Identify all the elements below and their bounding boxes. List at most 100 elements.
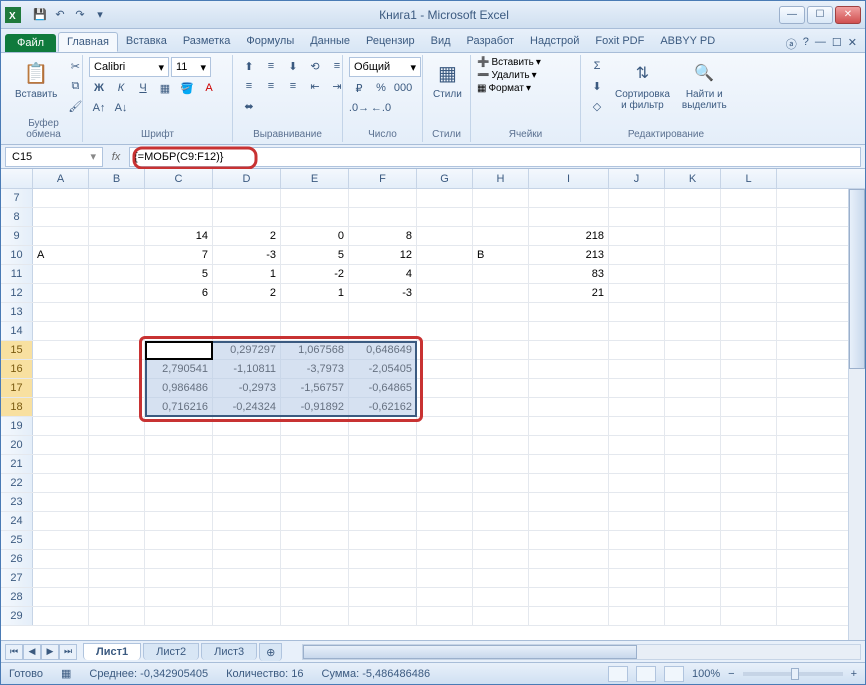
cell-H26[interactable] bbox=[473, 550, 529, 568]
cell-E14[interactable] bbox=[281, 322, 349, 340]
cell-E23[interactable] bbox=[281, 493, 349, 511]
cell-D14[interactable] bbox=[213, 322, 281, 340]
cell-E25[interactable] bbox=[281, 531, 349, 549]
close-button[interactable]: ✕ bbox=[835, 6, 861, 24]
align-center-icon[interactable]: ≡ bbox=[261, 77, 281, 95]
cell-C11[interactable]: 5 bbox=[145, 265, 213, 283]
cell-F14[interactable] bbox=[349, 322, 417, 340]
cell-D26[interactable] bbox=[213, 550, 281, 568]
cell-A9[interactable] bbox=[33, 227, 89, 245]
col-header-J[interactable]: J bbox=[609, 169, 665, 188]
cell-B29[interactable] bbox=[89, 607, 145, 625]
cell-H28[interactable] bbox=[473, 588, 529, 606]
merge-icon[interactable]: ⬌ bbox=[239, 97, 259, 115]
cell-H22[interactable] bbox=[473, 474, 529, 492]
cell-H21[interactable] bbox=[473, 455, 529, 473]
cell-H17[interactable] bbox=[473, 379, 529, 397]
cell-K23[interactable] bbox=[665, 493, 721, 511]
number-format-combo[interactable]: Общий▾ bbox=[349, 57, 421, 77]
increase-decimal-icon[interactable]: .0→ bbox=[349, 99, 369, 117]
cell-F26[interactable] bbox=[349, 550, 417, 568]
cell-B26[interactable] bbox=[89, 550, 145, 568]
cell-J13[interactable] bbox=[609, 303, 665, 321]
cell-C17[interactable]: 0,986486 bbox=[145, 379, 213, 397]
font-size-combo[interactable]: 11▾ bbox=[171, 57, 211, 77]
currency-icon[interactable]: ₽ bbox=[349, 79, 369, 97]
cell-H11[interactable] bbox=[473, 265, 529, 283]
cell-D13[interactable] bbox=[213, 303, 281, 321]
zoom-thumb[interactable] bbox=[791, 668, 799, 680]
workbook-min-icon[interactable]: — bbox=[815, 36, 826, 52]
view-normal-button[interactable] bbox=[608, 666, 628, 682]
row-header-10[interactable]: 10 bbox=[1, 246, 33, 264]
border-icon[interactable]: ▦ bbox=[155, 79, 175, 97]
cell-H7[interactable] bbox=[473, 189, 529, 207]
cell-B19[interactable] bbox=[89, 417, 145, 435]
cell-B12[interactable] bbox=[89, 284, 145, 302]
row-header-27[interactable]: 27 bbox=[1, 569, 33, 587]
cell-L17[interactable] bbox=[721, 379, 777, 397]
font-name-combo[interactable]: Calibri▾ bbox=[89, 57, 169, 77]
cell-E22[interactable] bbox=[281, 474, 349, 492]
cell-B7[interactable] bbox=[89, 189, 145, 207]
file-tab[interactable]: Файл bbox=[5, 34, 56, 52]
sheet-nav-last-icon[interactable]: ⏭ bbox=[59, 644, 77, 660]
cell-H8[interactable] bbox=[473, 208, 529, 226]
cell-C22[interactable] bbox=[145, 474, 213, 492]
cell-H9[interactable] bbox=[473, 227, 529, 245]
cell-K20[interactable] bbox=[665, 436, 721, 454]
sheet-nav-first-icon[interactable]: ⏮ bbox=[5, 644, 23, 660]
cell-A7[interactable] bbox=[33, 189, 89, 207]
col-header-F[interactable]: F bbox=[349, 169, 417, 188]
fx-icon[interactable]: fx bbox=[107, 151, 125, 163]
cell-K29[interactable] bbox=[665, 607, 721, 625]
row-header-19[interactable]: 19 bbox=[1, 417, 33, 435]
cell-C15[interactable]: -0,73649 bbox=[145, 341, 213, 359]
cell-A24[interactable] bbox=[33, 512, 89, 530]
cell-L7[interactable] bbox=[721, 189, 777, 207]
percent-icon[interactable]: % bbox=[371, 79, 391, 97]
cell-G8[interactable] bbox=[417, 208, 473, 226]
align-right-icon[interactable]: ≡ bbox=[283, 77, 303, 95]
autosum-icon[interactable]: Σ bbox=[587, 57, 607, 75]
cell-E8[interactable] bbox=[281, 208, 349, 226]
cell-K13[interactable] bbox=[665, 303, 721, 321]
row-header-14[interactable]: 14 bbox=[1, 322, 33, 340]
cell-L8[interactable] bbox=[721, 208, 777, 226]
workbook-close-icon[interactable]: ✕ bbox=[848, 36, 857, 52]
cell-K24[interactable] bbox=[665, 512, 721, 530]
cell-F23[interactable] bbox=[349, 493, 417, 511]
cell-B22[interactable] bbox=[89, 474, 145, 492]
cell-H23[interactable] bbox=[473, 493, 529, 511]
cell-J21[interactable] bbox=[609, 455, 665, 473]
cell-C16[interactable]: 2,790541 bbox=[145, 360, 213, 378]
cell-A29[interactable] bbox=[33, 607, 89, 625]
cell-C20[interactable] bbox=[145, 436, 213, 454]
cell-A27[interactable] bbox=[33, 569, 89, 587]
col-header-K[interactable]: K bbox=[665, 169, 721, 188]
cell-H14[interactable] bbox=[473, 322, 529, 340]
minimize-button[interactable]: — bbox=[779, 6, 805, 24]
cell-H15[interactable] bbox=[473, 341, 529, 359]
cell-E24[interactable] bbox=[281, 512, 349, 530]
cell-F8[interactable] bbox=[349, 208, 417, 226]
cell-E29[interactable] bbox=[281, 607, 349, 625]
cell-I10[interactable]: 213 bbox=[529, 246, 609, 264]
col-header-B[interactable]: B bbox=[89, 169, 145, 188]
cell-G10[interactable] bbox=[417, 246, 473, 264]
cell-J17[interactable] bbox=[609, 379, 665, 397]
cell-E26[interactable] bbox=[281, 550, 349, 568]
cell-C13[interactable] bbox=[145, 303, 213, 321]
cell-B24[interactable] bbox=[89, 512, 145, 530]
cell-I12[interactable]: 21 bbox=[529, 284, 609, 302]
cell-F19[interactable] bbox=[349, 417, 417, 435]
ribbon-help-icon[interactable]: ⓐ bbox=[786, 36, 797, 52]
save-icon[interactable]: 💾 bbox=[31, 6, 49, 24]
cell-G23[interactable] bbox=[417, 493, 473, 511]
sheet-tab-3[interactable]: Лист3 bbox=[201, 643, 257, 660]
ribbon-tab-1[interactable]: Вставка bbox=[118, 32, 175, 52]
cell-I27[interactable] bbox=[529, 569, 609, 587]
cell-D12[interactable]: 2 bbox=[213, 284, 281, 302]
cell-A10[interactable]: A bbox=[33, 246, 89, 264]
cell-B9[interactable] bbox=[89, 227, 145, 245]
